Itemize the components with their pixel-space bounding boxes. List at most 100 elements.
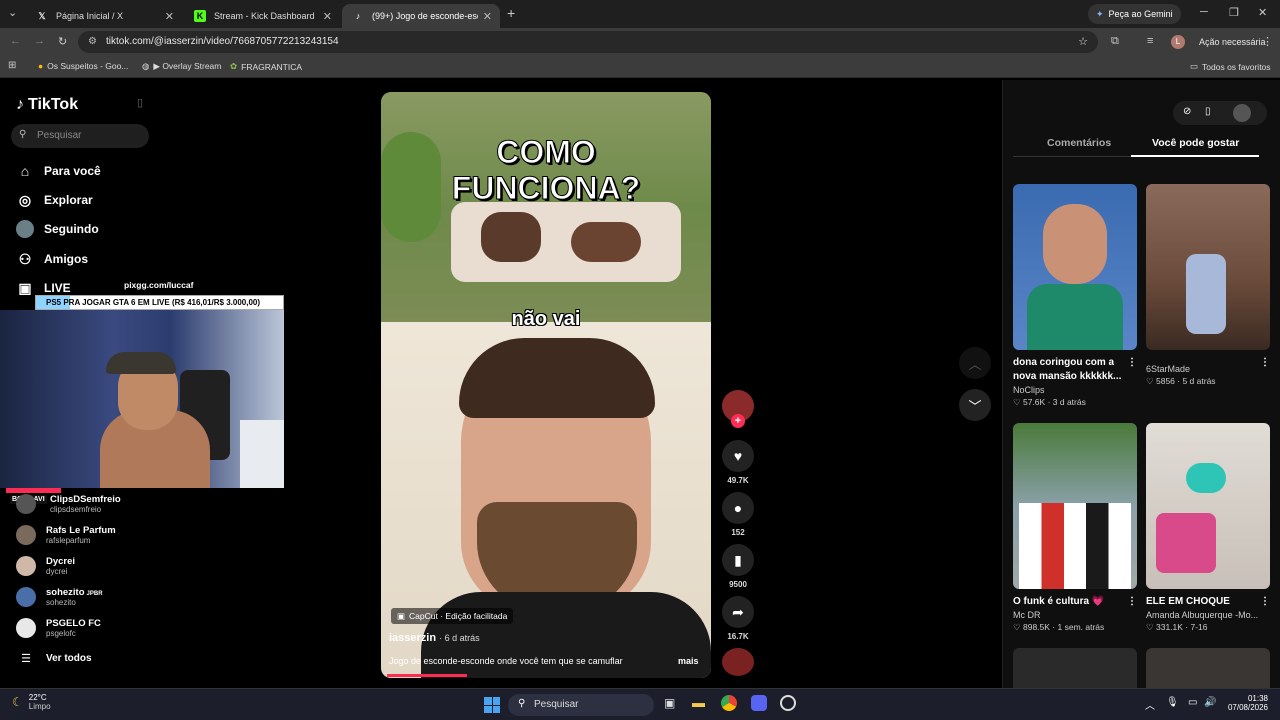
following-name: ClipsDSemfreio	[50, 494, 121, 505]
close-tab-icon[interactable]: ✕	[483, 10, 492, 23]
follow-plus-button[interactable]: +	[731, 414, 745, 428]
following-handle: psgelofc	[46, 629, 76, 638]
following-item[interactable]: sohezito JPBR sohezito	[16, 587, 103, 607]
address-bar[interactable]: ⚙ tiktok.com/@iasserzin/video/7668705772…	[78, 31, 1098, 53]
more-options-icon[interactable]: ⋮	[1127, 356, 1137, 384]
tab-comments[interactable]: Comentários	[1047, 137, 1111, 149]
all-bookmarks-button[interactable]: ▭ Todos os favoritos	[1190, 61, 1271, 72]
recommended-card[interactable]: ELE EM CHOQUE ⋮ Amanda Albuquerque -Mo...…	[1146, 423, 1270, 633]
following-item[interactable]: Rafs Le Parfum rafsleparfum	[16, 525, 116, 545]
window-close-icon[interactable]: ✕	[1258, 6, 1267, 19]
clock[interactable]: 01:38 07/08/2026	[1222, 694, 1268, 712]
browser-tab-kick[interactable]: K Stream - Kick Dashboard ✕	[184, 4, 340, 28]
more-options-icon[interactable]: ⋮	[1260, 595, 1270, 609]
browser-tab-x[interactable]: 𝕏 Página Inicial / X ✕	[26, 4, 182, 28]
bookmark-item[interactable]: ● Os Suspeitos - Goo...	[38, 61, 128, 71]
video-author[interactable]: iasserzin	[389, 632, 436, 644]
close-tab-icon[interactable]: ✕	[323, 10, 332, 23]
reload-icon[interactable]: ↻	[58, 35, 67, 48]
extensions-icon[interactable]: ⧉	[1111, 35, 1119, 48]
bed	[240, 420, 284, 488]
tray-expand-icon[interactable]: ︿	[1145, 697, 1155, 712]
tab-search-icon[interactable]: ⌄	[8, 6, 17, 19]
bookmark-item[interactable]: ◍ ▶ Overlay Stream	[142, 61, 221, 72]
discord-taskbar-icon[interactable]	[751, 695, 767, 711]
chrome-taskbar-icon[interactable]	[721, 695, 737, 711]
video-player[interactable]: COMO FUNCIONA? não vai ▣ CapCut · Edição…	[381, 92, 711, 678]
windows-start-icon[interactable]	[484, 697, 500, 713]
bookmark-star-icon[interactable]: ☆	[1078, 31, 1088, 53]
obs-taskbar-icon[interactable]	[780, 695, 796, 711]
apps-grid-icon[interactable]: ⊞	[8, 60, 16, 71]
weather-widget[interactable]: ☾ 22°C Limpo	[12, 693, 51, 711]
goal-text: PS5 PRA JOGAR GTA 6 EM LIVE (R$ 416,01/R…	[46, 298, 261, 307]
gemini-button[interactable]: ✦ Peça ao Gemini	[1088, 4, 1181, 24]
following-item[interactable]: Dycrei dycrei	[16, 556, 75, 576]
x-logo-icon: 𝕏	[38, 10, 46, 21]
close-tab-icon[interactable]: ✕	[165, 10, 174, 23]
tiktok-note-icon: ♪	[16, 96, 24, 113]
volume-icon[interactable]: 🔊	[1204, 697, 1216, 708]
heart-outline-icon: ♡	[1013, 397, 1023, 407]
profile-avatar[interactable]: L	[1171, 35, 1185, 49]
settings-circle-icon[interactable]: ⊘	[1183, 106, 1191, 117]
tab-you-may-like[interactable]: Você pode gostar	[1152, 137, 1239, 149]
like-button[interactable]: ♥	[722, 440, 754, 472]
video-thumbnail-partial[interactable]	[1146, 648, 1270, 688]
back-icon[interactable]: ←	[10, 35, 21, 47]
recommended-card[interactable]: dona coringou com a nova mansão kkkkkk..…	[1013, 184, 1137, 408]
chevron-up-icon[interactable]: ︿	[959, 347, 991, 379]
chrome-menu-icon[interactable]: ⋮	[1262, 35, 1273, 48]
task-view-icon[interactable]: ▣	[664, 696, 675, 710]
heart-icon: ♥	[733, 448, 743, 464]
new-tab-icon[interactable]: +	[507, 5, 515, 21]
bookmark-item[interactable]: ✿ FRAGRANTICA	[230, 61, 302, 72]
recommended-card[interactable]: O funk é cultura 💗 ⋮ Mc DR ♡ 898.5K · 1 s…	[1013, 423, 1137, 633]
browser-tab-strip: ⌄ 𝕏 Página Inicial / X ✕ K Stream - Kick…	[0, 0, 1280, 28]
clock-date: 07/08/2026	[1227, 703, 1268, 712]
action-needed-button[interactable]: Ação necessária	[1199, 37, 1266, 47]
file-explorer-icon[interactable]: ▬	[692, 695, 705, 710]
nav-friends[interactable]: ⚇ Amigos	[16, 250, 88, 268]
browser-tab-tiktok[interactable]: ♪ (99+) Jogo de esconde-esco ✕	[342, 4, 500, 28]
media-control-icon[interactable]: ≡	[1147, 35, 1153, 47]
user-avatar[interactable]	[1233, 104, 1251, 122]
more-options-icon[interactable]: ⋮	[1127, 595, 1137, 609]
maximize-icon[interactable]: ❐	[1229, 6, 1239, 19]
device-icon[interactable]: ▯	[1205, 106, 1211, 117]
capcut-badge[interactable]: ▣ CapCut · Edição facilitada	[391, 608, 514, 624]
weather-temp: 22°C	[28, 693, 47, 702]
following-item[interactable]: PSGELO FC psgelofc	[16, 618, 101, 638]
music-disc-icon[interactable]	[722, 648, 754, 676]
save-button[interactable]: ▮	[722, 544, 754, 576]
network-icon[interactable]: ▭	[1188, 697, 1197, 708]
tiktok-logo[interactable]: ♪ TikTok	[16, 96, 78, 114]
minimize-icon[interactable]: ─	[1200, 6, 1208, 18]
fragrantica-icon: ✿	[230, 61, 238, 71]
more-options-icon[interactable]: ⋮	[1260, 356, 1270, 370]
following-item[interactable]: ClipsDSemfreio clipsdsemfreio	[16, 494, 121, 514]
nav-label: Seguindo	[44, 222, 99, 236]
nav-for-you[interactable]: ⌂ Para você	[16, 162, 101, 180]
recommended-card[interactable]: ⋮ 6StarMade ♡ 5856 · 5 d atrás	[1146, 184, 1270, 387]
search-input[interactable]: ⚲ Pesquisar	[11, 124, 149, 148]
video-progress-bar[interactable]	[387, 674, 467, 677]
site-info-icon[interactable]: ⚙	[88, 31, 97, 53]
see-all-following[interactable]: ☰ Ver todos	[16, 652, 92, 665]
collapse-sidebar-icon[interactable]: ▯	[137, 96, 143, 109]
caption-more-button[interactable]: mais	[678, 656, 699, 666]
taskbar-search[interactable]: ⚲ Pesquisar	[508, 694, 654, 716]
weather-condition: Limpo	[28, 702, 51, 711]
nav-following[interactable]: Seguindo	[16, 220, 99, 238]
share-button[interactable]: ➦	[722, 596, 754, 628]
microphone-icon[interactable]: 🎙	[1166, 697, 1179, 708]
forward-icon[interactable]: →	[34, 35, 45, 47]
comment-button[interactable]: ●	[722, 492, 754, 524]
bookmark-label: ▶ Overlay Stream	[153, 61, 222, 71]
nav-explore[interactable]: ◎ Explorar	[16, 191, 93, 209]
bookmarks-bar: ⊞ ● Os Suspeitos - Goo... ◍ ▶ Overlay St…	[0, 56, 1280, 78]
nav-label: LIVE	[44, 281, 71, 295]
video-thumbnail-partial[interactable]	[1013, 648, 1137, 688]
chevron-down-icon[interactable]: ﹀	[959, 389, 991, 421]
following-badge: JPBR	[86, 591, 103, 597]
